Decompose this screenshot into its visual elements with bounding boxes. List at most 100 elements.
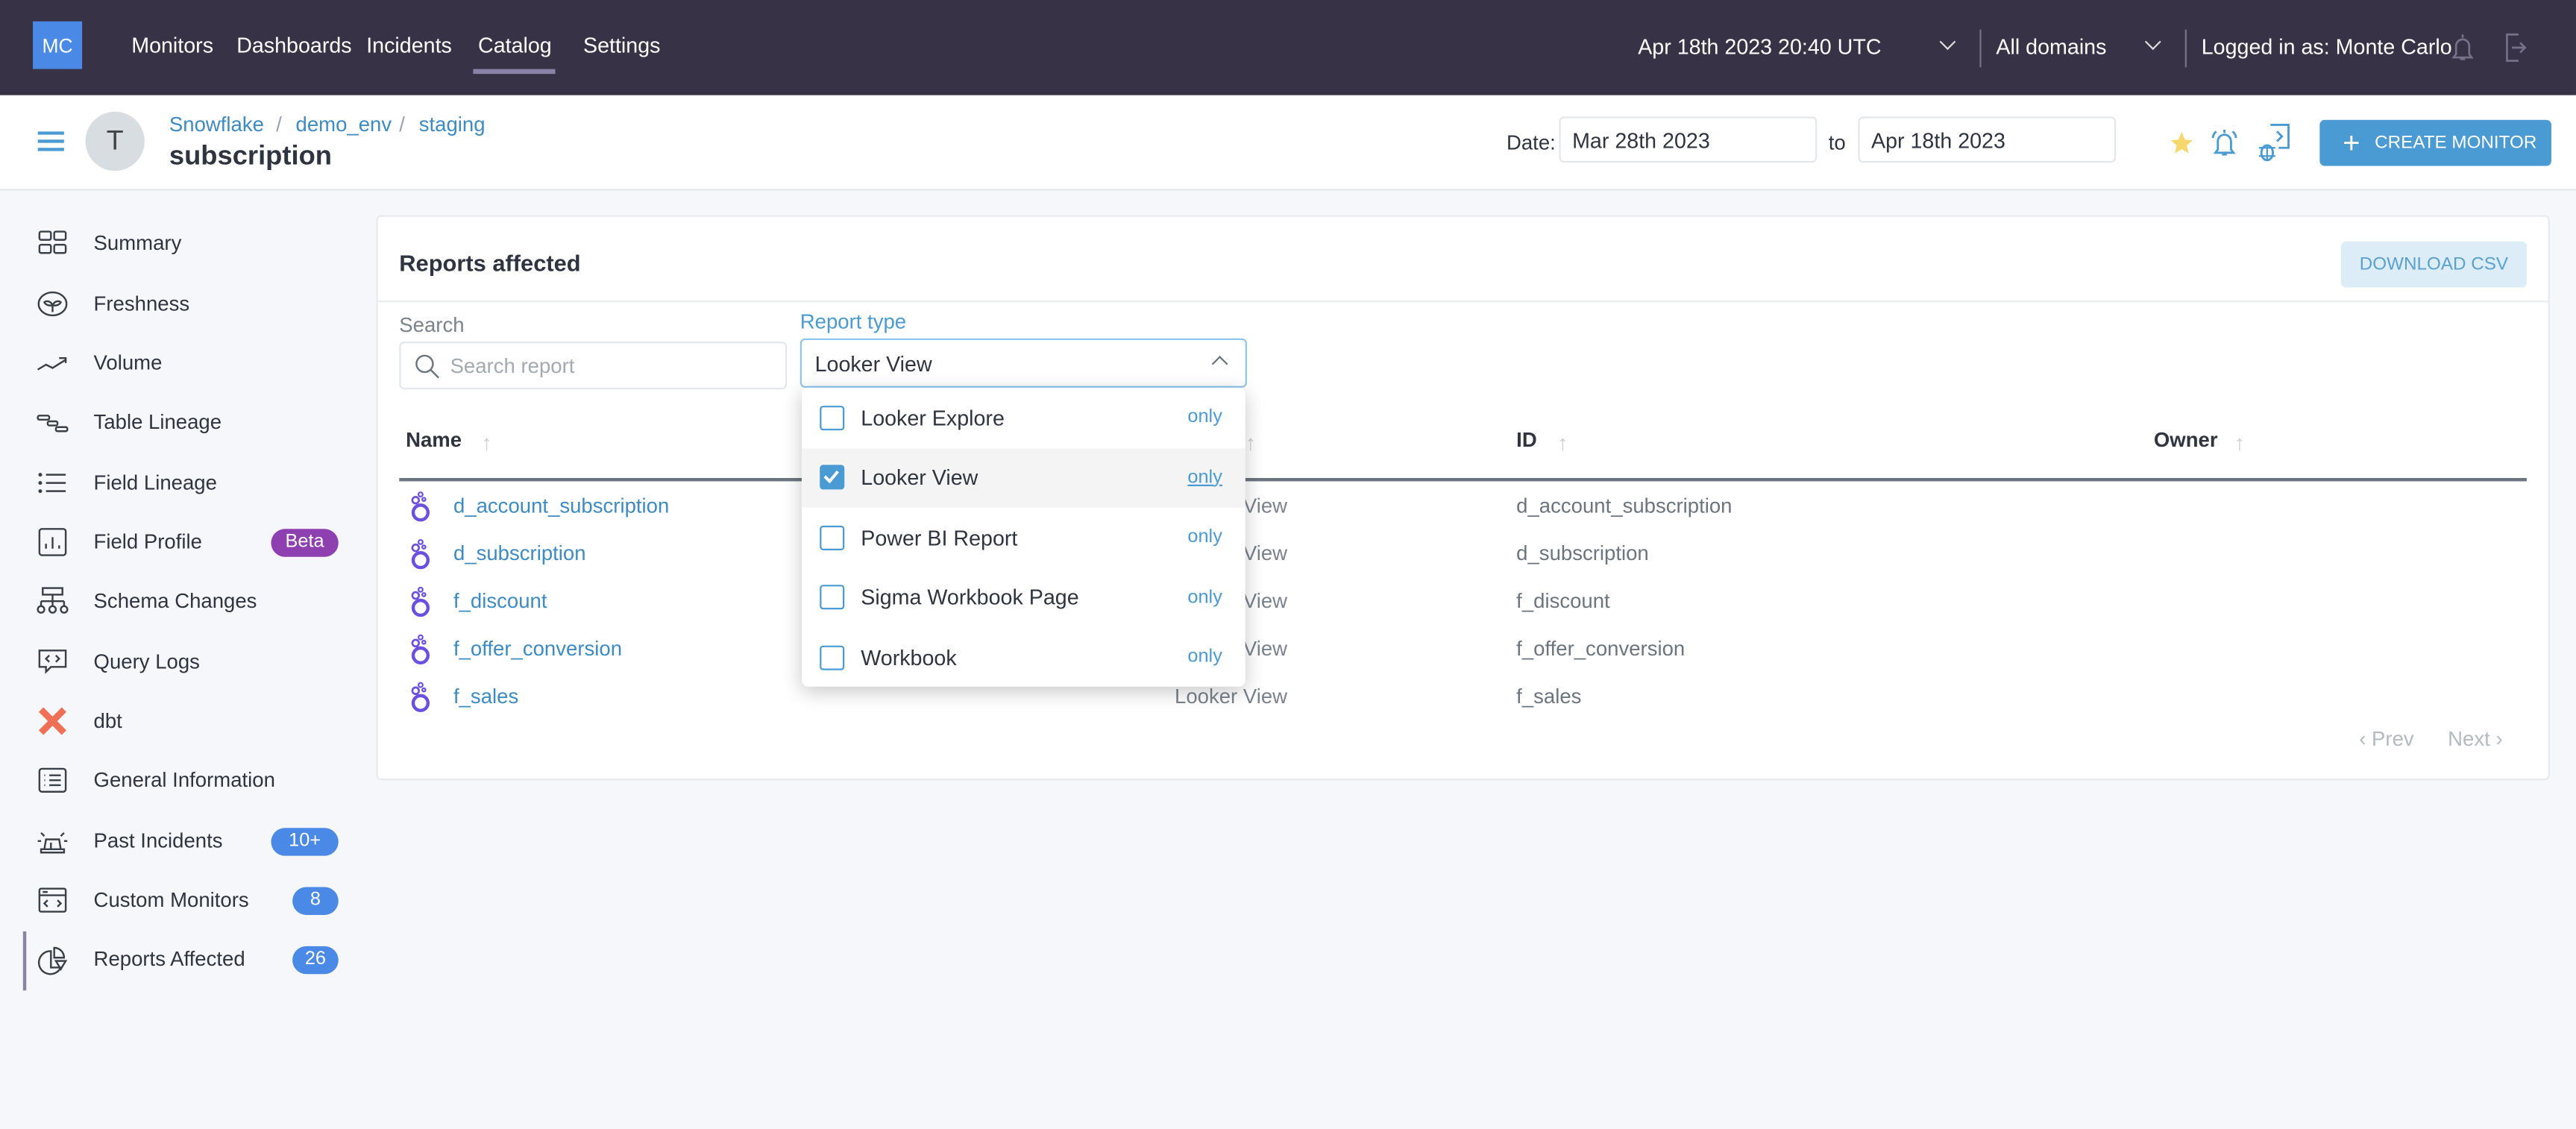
column-header-id[interactable]: ID: [1516, 429, 1537, 452]
count-badge: 10+: [271, 827, 339, 855]
sort-arrow-icon[interactable]: ↑: [1245, 430, 1256, 455]
dropdown-option-looker-view[interactable]: Looker View only: [801, 447, 1245, 507]
breadcrumb-snowflake[interactable]: Snowflake: [169, 113, 264, 136]
sidebar-item-field-lineage[interactable]: Field Lineage: [23, 459, 352, 508]
checkbox[interactable]: [820, 404, 845, 430]
sidebar-item-label: Freshness: [93, 292, 190, 315]
only-link[interactable]: only: [1187, 588, 1222, 607]
sidebar-item-summary[interactable]: Summary: [23, 218, 352, 268]
logo[interactable]: MC: [33, 21, 83, 69]
report-id: d_account_subscription: [1516, 494, 1732, 518]
report-name-link[interactable]: f_discount: [453, 590, 547, 613]
only-link[interactable]: only: [1187, 647, 1222, 667]
chevron-down-icon[interactable]: [2144, 34, 2161, 51]
search-input[interactable]: Search report: [399, 342, 788, 390]
list-icon: [38, 473, 66, 494]
pie-icon: [37, 946, 68, 975]
sidebar-item-volume[interactable]: Volume: [23, 339, 352, 388]
sidebar-item-general-information[interactable]: General Information: [23, 755, 352, 805]
report-name-link[interactable]: d_account_subscription: [453, 494, 669, 518]
option-label: Looker View: [861, 465, 978, 490]
report-name-link[interactable]: f_sales: [453, 685, 518, 708]
nav-settings[interactable]: Settings: [583, 33, 660, 57]
dropdown-option-sigma-workbook-page[interactable]: Sigma Workbook Page only: [802, 567, 1245, 626]
date-from-input[interactable]: Mar 28th 2023: [1559, 116, 1818, 163]
only-link[interactable]: only: [1187, 527, 1222, 547]
dropdown-option-workbook[interactable]: Workbook only: [802, 627, 1245, 686]
date-to-input[interactable]: Apr 18th 2023: [1858, 116, 2117, 163]
sort-arrow-icon[interactable]: ↑: [1557, 430, 1568, 455]
divider: [377, 301, 2548, 303]
nav-dashboards[interactable]: Dashboards: [236, 33, 351, 57]
breadcrumb-demo-env[interactable]: demo_env: [296, 113, 392, 136]
report-type-select[interactable]: Looker View: [799, 338, 1247, 388]
top-nav-bar: MC Monitors Dashboards Incidents Catalog…: [0, 0, 2576, 95]
report-id: f_sales: [1516, 685, 1582, 708]
report-type-label: Report type: [799, 310, 907, 334]
domain-selector[interactable]: All domains: [1996, 34, 2106, 59]
sort-arrow-icon[interactable]: ↑: [2234, 430, 2245, 455]
nav-incidents[interactable]: Incidents: [366, 33, 452, 57]
datetime-selector[interactable]: Apr 18th 2023 20:40 UTC: [1638, 34, 1881, 59]
divider: [1979, 29, 1982, 68]
breadcrumb-staging[interactable]: staging: [419, 113, 486, 136]
checkbox[interactable]: [820, 465, 845, 490]
next-page-button[interactable]: Next ›: [2448, 728, 2502, 751]
sprout-icon: [37, 291, 68, 317]
checkbox[interactable]: [820, 524, 845, 550]
nav-monitors[interactable]: Monitors: [131, 33, 213, 57]
next-label: Next: [2448, 727, 2490, 751]
checkbox[interactable]: [820, 585, 845, 610]
report-id: f_discount: [1516, 589, 1610, 613]
option-label: Power BI Report: [861, 524, 1018, 550]
sidebar-item-table-lineage[interactable]: Table Lineage: [23, 397, 352, 447]
report-id: d_subscription: [1516, 541, 1649, 565]
chevron-down-icon[interactable]: [1939, 34, 1956, 51]
option-label: Workbook: [861, 644, 957, 670]
column-header-name[interactable]: Name: [406, 429, 462, 452]
dropdown-option-looker-explore[interactable]: Looker Explore only: [802, 388, 1245, 447]
only-link[interactable]: only: [1187, 468, 1222, 487]
create-monitor-button[interactable]: + CREATE MONITOR: [2319, 119, 2551, 166]
checkbox[interactable]: [820, 644, 845, 670]
sidebar-item-label: Reports Affected: [93, 948, 245, 971]
search-placeholder: Search report: [450, 354, 575, 378]
debug-icon[interactable]: [2255, 123, 2291, 163]
create-monitor-label: CREATE MONITOR: [2375, 133, 2537, 153]
logout-icon[interactable]: [2504, 33, 2527, 63]
sidebar-item-query-logs[interactable]: Query Logs: [23, 638, 352, 687]
card-title: Reports affected: [399, 249, 581, 277]
bar-chart-icon: [38, 528, 67, 556]
sidebar-item-label: Field Profile: [93, 530, 202, 554]
avatar: T: [85, 111, 145, 172]
only-link[interactable]: only: [1187, 407, 1222, 427]
hamburger-menu-icon[interactable]: [37, 131, 64, 151]
lineage-icon: [37, 415, 69, 433]
sidebar-item-custom-monitors[interactable]: Custom Monitors 8: [23, 875, 352, 925]
date-label: Date:: [1506, 131, 1556, 155]
report-id: f_offer_conversion: [1516, 637, 1686, 661]
trend-icon: [37, 356, 67, 371]
prev-page-button[interactable]: ‹ Prev: [2359, 728, 2413, 751]
column-header-owner[interactable]: Owner: [2154, 429, 2218, 452]
report-type-value: Looker View: [814, 351, 932, 377]
star-icon[interactable]: [2169, 130, 2195, 156]
divider: [2184, 29, 2187, 68]
sort-arrow-icon[interactable]: ↑: [481, 430, 491, 455]
sidebar-item-label: Table Lineage: [93, 410, 222, 434]
sidebar-item-field-profile[interactable]: Field Profile Beta: [23, 518, 352, 567]
sidebar-item-dbt[interactable]: dbt: [23, 696, 352, 746]
bell-icon[interactable]: [2451, 33, 2475, 63]
sidebar-item-freshness[interactable]: Freshness: [23, 279, 352, 328]
sidebar-item-reports-affected[interactable]: Reports Affected 26: [23, 934, 352, 984]
dropdown-option-power-bi-report[interactable]: Power BI Report only: [802, 508, 1245, 567]
report-name-link[interactable]: d_subscription: [453, 542, 586, 565]
download-csv-button[interactable]: DOWNLOAD CSV: [2340, 241, 2527, 288]
nav-catalog[interactable]: Catalog: [478, 33, 552, 57]
alert-bell-icon[interactable]: [2211, 128, 2237, 158]
sidebar-item-schema-changes[interactable]: Schema Changes: [23, 576, 352, 626]
report-name-link[interactable]: f_offer_conversion: [453, 638, 622, 661]
sidebar-item-past-incidents[interactable]: Past Incidents 10+: [23, 817, 352, 866]
sidebar-item-label: Past Incidents: [93, 829, 223, 853]
plus-icon: +: [2343, 126, 2360, 160]
